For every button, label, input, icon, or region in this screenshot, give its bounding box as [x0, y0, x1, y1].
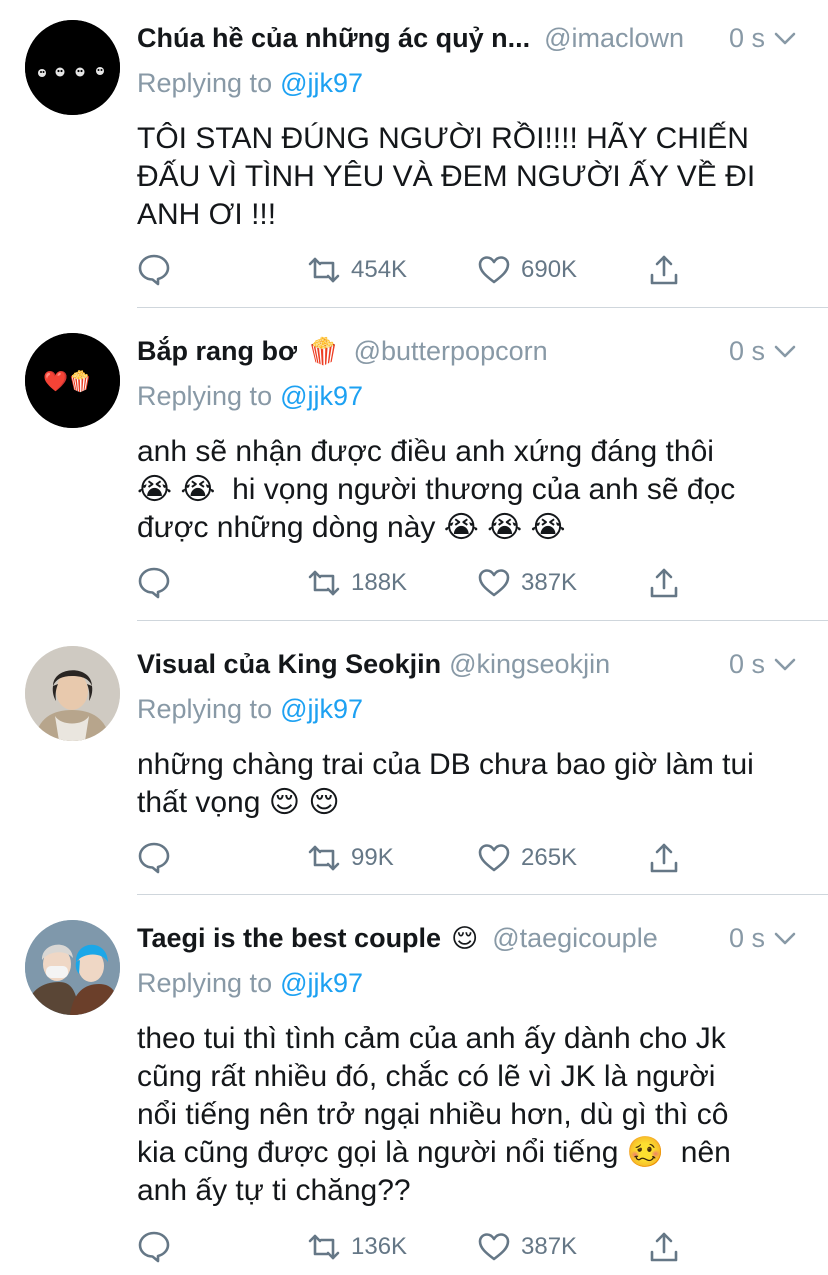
username[interactable]: @imaclown	[544, 23, 684, 54]
share-button[interactable]	[647, 250, 681, 290]
tweet-header: Chúa hề của những ác quỷ n... @imaclown …	[137, 18, 797, 58]
speech-bubble-icon	[138, 842, 170, 874]
reply-feed: Chúa hề của những ác quỷ n... @imaclown …	[0, 0, 828, 1275]
chevron-down-icon[interactable]	[773, 339, 797, 363]
replying-to-label: Replying to	[137, 694, 273, 724]
like-button[interactable]: 265K	[477, 838, 577, 878]
retweet-button[interactable]: 454K	[307, 250, 407, 290]
tweet[interactable]: Visual của King Seokjin @kingseokjin 0 s…	[0, 626, 828, 894]
chevron-down-icon[interactable]	[773, 926, 797, 950]
timestamp[interactable]: 0 s	[729, 649, 765, 680]
display-name[interactable]: Chúa hề của những ác quỷ n...	[137, 23, 530, 54]
replying-to-line: Replying to @jjk97	[137, 694, 363, 725]
name-emoji: 🍿	[307, 335, 340, 366]
tweet-header: Visual của King Seokjin @kingseokjin 0 s	[137, 644, 797, 684]
tweet-text: những chàng trai của DB chưa bao giờ làm…	[137, 748, 754, 819]
like-button[interactable]: 387K	[477, 1227, 577, 1267]
retweet-count: 188K	[351, 569, 408, 596]
action-bar: 136K 387K	[137, 1227, 697, 1267]
avatar[interactable]: ❤️🍿	[25, 333, 120, 428]
tweet-text: TÔI STAN ĐÚNG NGƯỜI RỒI!!!! HÃY CHIẾN ĐẤ…	[137, 122, 756, 231]
reply-button[interactable]	[137, 250, 171, 290]
heart-outline-icon	[478, 569, 510, 597]
retweet-count: 99K	[351, 844, 394, 871]
heart-outline-icon	[478, 1233, 510, 1261]
tweet[interactable]: ❤️🍿 Bắp rang bơ 🍿 @butterpopcorn 0 s Rep…	[0, 313, 828, 620]
retweet-button[interactable]: 99K	[307, 838, 394, 878]
reply-button[interactable]	[137, 563, 171, 603]
tweet-divider	[137, 620, 828, 621]
retweet-arrows-icon	[308, 257, 340, 283]
display-name[interactable]: Visual của King Seokjin	[137, 649, 441, 680]
tweet-divider	[137, 307, 828, 308]
retweet-count: 454K	[351, 256, 408, 283]
tweet-text: theo tui thì tình cảm của anh ấy dành ch…	[137, 1022, 731, 1207]
speech-bubble-icon	[138, 1231, 170, 1263]
avatar[interactable]	[25, 646, 120, 741]
replying-to-label: Replying to	[137, 381, 273, 411]
username[interactable]: @kingseokjin	[449, 649, 610, 680]
skull-pattern-avatar	[25, 20, 120, 115]
timestamp[interactable]: 0 s	[729, 923, 765, 954]
avatar[interactable]	[25, 920, 120, 1015]
speech-bubble-icon	[138, 567, 170, 599]
tweet-header: Bắp rang bơ 🍿 @butterpopcorn 0 s	[137, 331, 797, 371]
share-arrow-up-icon	[650, 843, 678, 873]
reply-mention-link[interactable]: @jjk97	[280, 968, 363, 998]
like-button[interactable]: 690K	[477, 250, 577, 290]
reply-button[interactable]	[137, 838, 171, 878]
reply-button[interactable]	[137, 1227, 171, 1267]
share-button[interactable]	[647, 838, 681, 878]
retweet-arrows-icon	[308, 845, 340, 871]
like-count: 265K	[521, 844, 578, 871]
like-count: 387K	[521, 569, 578, 596]
tweet-divider	[137, 894, 828, 895]
like-count: 690K	[521, 256, 578, 283]
reply-mention-link[interactable]: @jjk97	[280, 381, 363, 411]
tweet-text: anh sẽ nhận được điều anh xứng đáng thôi…	[137, 435, 736, 544]
retweet-arrows-icon	[308, 570, 340, 596]
name-emoji: 😌	[451, 922, 479, 953]
username[interactable]: @taegicouple	[492, 923, 658, 954]
tweet[interactable]: Taegi is the best couple 😌 @taegicouple …	[0, 900, 828, 1275]
replying-to-line: Replying to @jjk97	[137, 68, 363, 99]
speech-bubble-icon	[138, 254, 170, 286]
timestamp[interactable]: 0 s	[729, 336, 765, 367]
share-button[interactable]	[647, 563, 681, 603]
like-count: 387K	[521, 1233, 578, 1260]
action-bar: 99K 265K	[137, 838, 697, 878]
display-name[interactable]: Taegi is the best couple	[137, 923, 441, 954]
display-name[interactable]: Bắp rang bơ	[137, 336, 297, 367]
heart-outline-icon	[478, 256, 510, 284]
tweet-header: Taegi is the best couple 😌 @taegicouple …	[137, 918, 797, 958]
retweet-count: 136K	[351, 1233, 408, 1260]
username[interactable]: @butterpopcorn	[354, 336, 548, 367]
person-photo-avatar	[25, 646, 120, 741]
replying-to-line: Replying to @jjk97	[137, 968, 363, 999]
replying-to-label: Replying to	[137, 68, 273, 98]
chevron-down-icon[interactable]	[773, 652, 797, 676]
reply-mention-link[interactable]: @jjk97	[280, 68, 363, 98]
avatar[interactable]	[25, 20, 120, 115]
replying-to-label: Replying to	[137, 968, 273, 998]
timestamp[interactable]: 0 s	[729, 23, 765, 54]
avatar-emoji: ❤️🍿	[43, 371, 93, 393]
retweet-button[interactable]: 136K	[307, 1227, 407, 1267]
action-bar: 454K 690K	[137, 250, 697, 290]
reply-mention-link[interactable]: @jjk97	[280, 694, 363, 724]
share-arrow-up-icon	[650, 568, 678, 598]
share-arrow-up-icon	[650, 1232, 678, 1262]
like-button[interactable]: 387K	[477, 563, 577, 603]
couple-photo-avatar	[25, 920, 120, 1015]
retweet-button[interactable]: 188K	[307, 563, 407, 603]
share-button[interactable]	[647, 1227, 681, 1267]
tweet[interactable]: Chúa hề của những ác quỷ n... @imaclown …	[0, 0, 828, 307]
chevron-down-icon[interactable]	[773, 26, 797, 50]
share-arrow-up-icon	[650, 255, 678, 285]
action-bar: 188K 387K	[137, 563, 697, 603]
heart-outline-icon	[478, 844, 510, 872]
replying-to-line: Replying to @jjk97	[137, 381, 363, 412]
retweet-arrows-icon	[308, 1234, 340, 1260]
